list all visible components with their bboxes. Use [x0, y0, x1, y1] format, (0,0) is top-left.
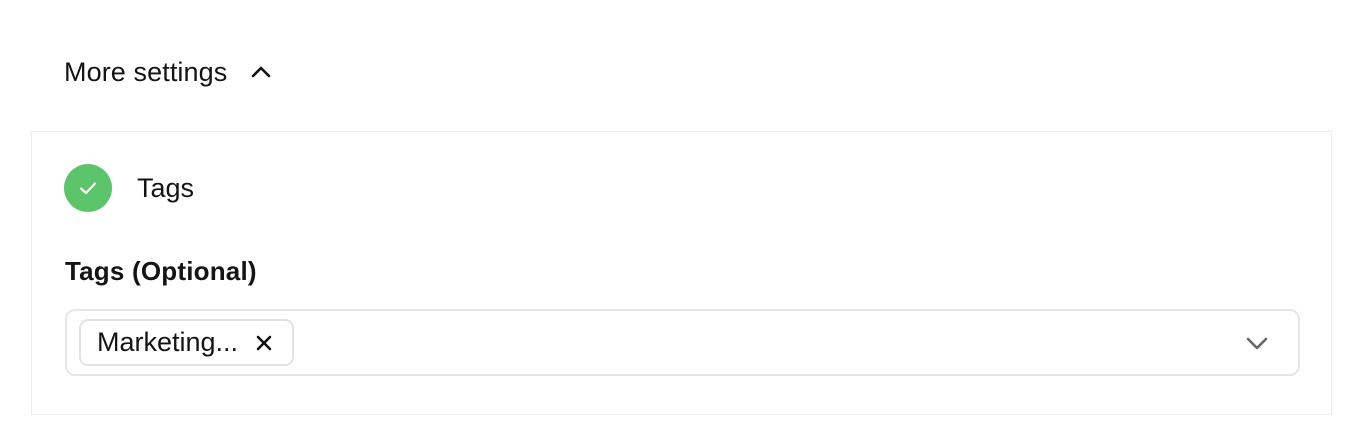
more-settings-toggle[interactable]: More settings — [64, 52, 273, 92]
more-settings-panel: Tags Tags (Optional) Marketing... — [31, 131, 1332, 415]
tags-section-title: Tags — [137, 172, 195, 203]
chevron-up-icon — [249, 60, 273, 84]
page: More settings Tags Tags (Optional) Marke… — [0, 0, 1370, 446]
check-circle-icon — [64, 164, 112, 212]
tags-select[interactable]: Marketing... — [65, 309, 1300, 376]
tags-section-header: Tags — [64, 164, 194, 212]
more-settings-label: More settings — [64, 56, 228, 87]
tag-chip-label: Marketing... — [97, 327, 239, 357]
close-icon[interactable] — [254, 333, 274, 353]
tag-chip: Marketing... — [79, 319, 295, 366]
tags-field-label: Tags (Optional) — [65, 256, 257, 286]
chevron-down-icon[interactable] — [1244, 330, 1270, 356]
